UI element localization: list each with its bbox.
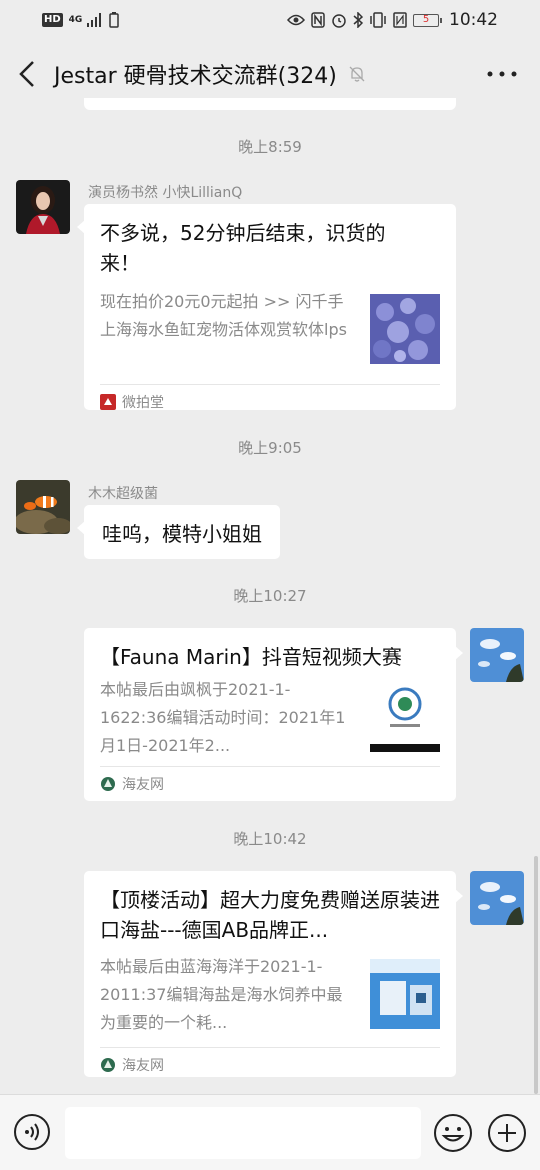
card-thumbnail — [370, 682, 440, 752]
nfc-icon — [311, 12, 325, 28]
mute-bell-icon — [349, 66, 365, 82]
card-description: 本帖最后由蓝海海洋于2021-1-2011:37编辑海盐是海水饲养中最为重要的一… — [100, 957, 343, 1032]
my-avatar[interactable] — [470, 628, 524, 682]
previous-message-card[interactable] — [84, 98, 456, 110]
card-title: 【顶楼活动】超大力度免费赠送原装进口海盐---德国AB品牌正... — [100, 888, 440, 942]
chat-input-bar — [0, 1094, 540, 1170]
chat-title: Jestar 硬骨技术交流群(324) — [54, 64, 337, 89]
emoji-icon[interactable] — [433, 1113, 473, 1153]
card-description: 本帖最后由飒枫于2021-1-1622:36编辑活动时间：2021年1月1日-2… — [100, 680, 346, 755]
message-input[interactable] — [65, 1107, 421, 1159]
sender-name: 演员杨书然 小快LillianQ — [88, 185, 243, 201]
card-thumbnail — [370, 294, 440, 364]
timestamp: 晚上10:27 — [233, 587, 307, 605]
card-source: 海友网 — [100, 766, 440, 800]
weipaitang-logo-icon — [100, 393, 116, 410]
card-title-line: 来！ — [100, 251, 140, 275]
card-body: 本帖最后由蓝海海洋于2021-1-2011:37编辑海盐是海水饲养中最为重要的一… — [100, 953, 440, 1037]
chat-message-list[interactable]: 晚上8:59 演员杨书然 小快LillianQ 不多说，52分钟后结束，识货的 … — [0, 98, 540, 1094]
card-source-name: 海友网 — [122, 776, 164, 793]
network-type: 4G — [68, 14, 83, 25]
scrollbar[interactable] — [534, 856, 538, 1094]
my-avatar[interactable] — [470, 871, 524, 925]
card-body: 现在拍价20元0元起拍 >> 闪千手上海海水鱼缸宠物活体观赏软体lps — [100, 288, 440, 372]
avatar-clownfish-image — [16, 480, 70, 534]
sender-name: 木木超级菌 — [88, 486, 158, 502]
text-message[interactable]: 哇呜，模特小姐姐 — [77, 505, 280, 559]
phone-battery-icon — [108, 12, 119, 28]
haiyou-logo-icon — [101, 1057, 115, 1072]
card-source-name: 海友网 — [122, 1057, 164, 1074]
avatar-portrait-image — [16, 180, 70, 234]
card-title: 【Fauna Marin】抖音短视频大赛 — [100, 645, 402, 669]
signal-icon — [86, 13, 101, 27]
card-source-name: 微拍堂 — [122, 394, 164, 411]
card-source: 海友网 — [100, 1047, 440, 1081]
card-thumbnail — [370, 959, 440, 1029]
card-title-line: 不多说，52分钟后结束，识货的 — [100, 221, 386, 245]
timestamp: 晚上9:05 — [238, 439, 302, 457]
back-arrow-icon[interactable] — [16, 60, 40, 88]
avatar-sky-image — [470, 871, 524, 925]
bluetooth-icon — [353, 12, 363, 28]
plus-icon[interactable] — [487, 1113, 527, 1153]
timestamp: 晚上10:42 — [233, 830, 307, 848]
haiyou-logo-icon — [101, 776, 115, 791]
voice-input-icon[interactable] — [13, 1113, 51, 1151]
card-source: 微拍堂 — [100, 384, 440, 418]
avatar[interactable] — [16, 180, 70, 234]
timestamp: 晚上8:59 — [238, 138, 302, 156]
status-time: 10:42 — [449, 10, 498, 30]
status-right: 5 10:42 — [287, 10, 498, 30]
link-card-message[interactable]: 【顶楼活动】超大力度免费赠送原装进口海盐---德国AB品牌正... 本帖最后由蓝… — [84, 871, 463, 1077]
vibrate-icon — [370, 12, 386, 28]
card-title: 不多说，52分钟后结束，识货的 来！ — [100, 218, 440, 278]
status-left: HD 4G — [42, 12, 119, 28]
status-bar: HD 4G 5 10:42 — [0, 0, 540, 40]
battery-indicator: 5 — [413, 13, 442, 27]
avatar[interactable] — [16, 480, 70, 534]
card-body: 本帖最后由飒枫于2021-1-1622:36编辑活动时间：2021年1月1日-2… — [100, 676, 440, 760]
eye-icon — [287, 14, 305, 26]
more-options-icon[interactable] — [486, 70, 518, 78]
hd-badge: HD — [42, 13, 63, 27]
avatar-sky-image — [470, 628, 524, 682]
link-card-message[interactable]: 不多说，52分钟后结束，识货的 来！ 现在拍价20元0元起拍 >> 闪千手上海海… — [77, 204, 456, 411]
link-card-message[interactable]: 【Fauna Marin】抖音短视频大赛 本帖最后由飒枫于2021-1-1622… — [84, 628, 463, 801]
wifi-icon — [393, 12, 407, 28]
card-description: 现在拍价20元0元起拍 >> 闪千手上海海水鱼缸宠物活体观赏软体lps — [100, 292, 347, 339]
alarm-icon — [332, 14, 346, 28]
